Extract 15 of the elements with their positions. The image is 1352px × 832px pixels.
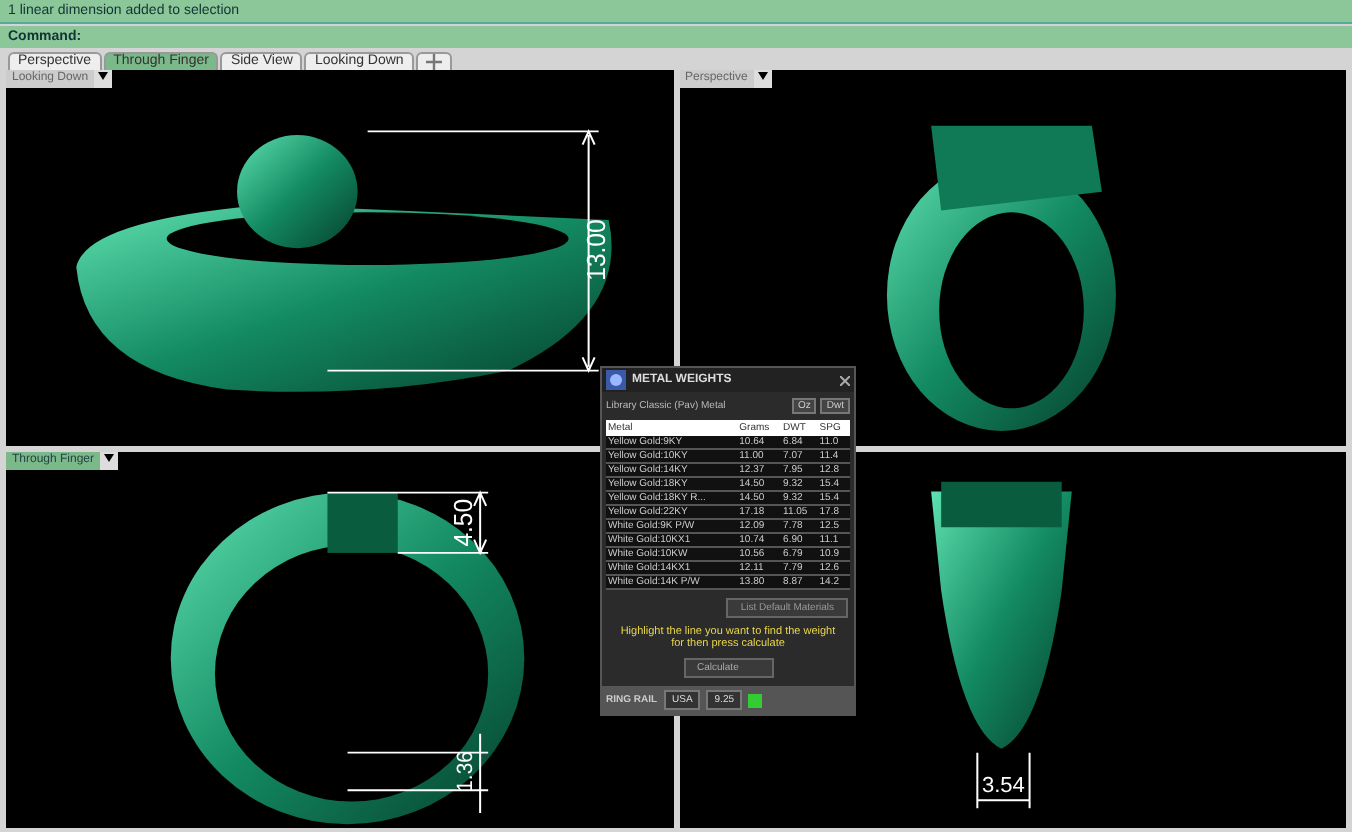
close-icon[interactable]: [840, 375, 850, 385]
app-icon: [606, 370, 626, 390]
dimension-value: 4.50: [449, 498, 479, 547]
dimension-value: 1.36: [453, 751, 479, 792]
caret-icon: [757, 72, 768, 80]
dimension-value: 3.54: [980, 774, 1024, 799]
dropdown-button[interactable]: [100, 452, 119, 470]
add-tab-button[interactable]: [415, 52, 452, 70]
caret-icon: [98, 72, 109, 80]
caret-icon: [104, 454, 115, 462]
dimension-line: [346, 732, 490, 814]
dimension-line: [975, 751, 1030, 810]
plus-icon: [425, 54, 442, 70]
dropdown-button[interactable]: [94, 70, 113, 88]
apply-button[interactable]: [748, 693, 763, 707]
